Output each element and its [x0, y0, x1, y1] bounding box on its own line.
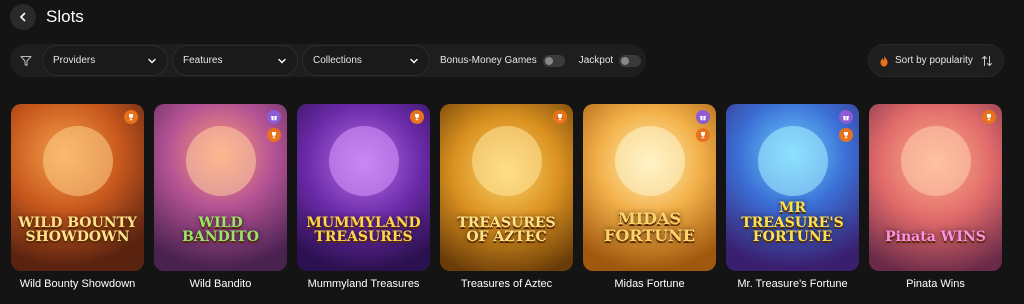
filter-button[interactable] — [10, 55, 42, 67]
game-card[interactable]: WILD BOUNTY SHOWDOWN Wild Bounty Showdow… — [11, 104, 144, 290]
game-thumbnail[interactable]: WILD BOUNTY SHOWDOWN — [11, 104, 144, 271]
trophy-icon — [701, 132, 705, 139]
game-thumbnail[interactable]: MUMMYLAND TREASURES — [297, 104, 430, 271]
providers-dropdown[interactable]: Providers — [42, 45, 168, 76]
game-card[interactable]: Pinata WINS Pinata Wins — [869, 104, 1002, 290]
chevron-down-icon — [148, 58, 156, 63]
bonus-money-toggle[interactable] — [542, 54, 565, 67]
collections-label: Collections — [313, 55, 362, 66]
game-name[interactable]: Mr. Treasure's Fortune — [726, 278, 859, 290]
trophy-badge — [982, 110, 996, 124]
trophy-icon — [272, 132, 276, 139]
toggle-knob — [621, 56, 630, 65]
game-name[interactable]: Wild Bandito — [154, 278, 287, 290]
page-header: Slots — [10, 3, 84, 31]
game-thumbnail[interactable]: TREASURES OF AZTEC — [440, 104, 573, 271]
trophy-badge — [553, 110, 567, 124]
art-figure — [328, 126, 399, 196]
funnel-icon — [20, 55, 32, 66]
game-art-title: MIDAS FORTUNE — [604, 209, 695, 246]
trophy-icon — [415, 114, 419, 121]
sort-label: Sort by popularity — [895, 55, 973, 66]
bonus-money-toggle-group: Bonus-Money Games — [440, 54, 565, 67]
gift-badge — [267, 110, 281, 124]
game-art-title: Pinata WINS — [885, 229, 986, 246]
trophy-icon — [129, 114, 133, 121]
toggle-knob — [544, 56, 553, 65]
game-thumbnail[interactable]: WILD BANDITO — [154, 104, 287, 271]
flame-icon — [880, 55, 888, 66]
gift-icon — [843, 116, 849, 121]
features-dropdown[interactable]: Features — [172, 45, 298, 76]
trophy-badge — [839, 128, 853, 142]
gift-badge — [839, 110, 853, 124]
game-grid: WILD BOUNTY SHOWDOWN Wild Bounty Showdow… — [11, 104, 1002, 290]
game-card[interactable]: MIDAS FORTUNE Midas Fortune — [583, 104, 716, 290]
chevron-down-icon — [278, 58, 286, 63]
providers-label: Providers — [53, 55, 96, 66]
game-name[interactable]: Midas Fortune — [583, 278, 716, 290]
game-thumbnail[interactable]: Pinata WINS — [869, 104, 1002, 271]
gift-icon — [700, 116, 706, 121]
art-figure — [614, 126, 685, 196]
back-button[interactable] — [10, 4, 36, 30]
game-card[interactable]: MR TREASURE'S FORTUNE Mr. Treasure's For… — [726, 104, 859, 290]
chevron-left-icon — [20, 12, 26, 22]
chevron-down-icon — [410, 58, 418, 63]
game-card[interactable]: TREASURES OF AZTEC Treasures of Aztec — [440, 104, 573, 290]
trophy-icon — [558, 114, 562, 121]
art-figure — [42, 126, 113, 196]
slots-page: Slots Providers Features Collections Bon… — [0, 0, 1024, 304]
game-name[interactable]: Pinata Wins — [869, 278, 1002, 290]
trophy-icon — [844, 132, 848, 139]
trophy-badge — [267, 128, 281, 142]
game-name[interactable]: Treasures of Aztec — [440, 278, 573, 290]
art-figure — [757, 126, 828, 196]
filter-bar: Providers Features Collections Bonus-Mon… — [10, 44, 646, 77]
gift-badge — [696, 110, 710, 124]
game-art-title: TREASURES OF AZTEC — [457, 214, 556, 246]
game-art-title: MUMMYLAND TREASURES — [306, 214, 421, 246]
sort-arrows-icon — [982, 55, 992, 66]
trophy-badge — [410, 110, 424, 124]
game-card[interactable]: WILD BANDITO Wild Bandito — [154, 104, 287, 290]
jackpot-toggle[interactable] — [619, 54, 642, 67]
sort-button[interactable]: Sort by popularity — [868, 44, 1004, 77]
trophy-badge — [696, 128, 710, 142]
gift-icon — [271, 116, 277, 121]
art-figure — [900, 126, 971, 196]
collections-dropdown[interactable]: Collections — [302, 45, 430, 76]
art-figure — [185, 126, 256, 196]
game-card[interactable]: MUMMYLAND TREASURES Mummyland Treasures — [297, 104, 430, 290]
bonus-money-label: Bonus-Money Games — [440, 55, 537, 66]
trophy-icon — [987, 114, 991, 121]
game-name[interactable]: Wild Bounty Showdown — [11, 278, 144, 290]
game-thumbnail[interactable]: MIDAS FORTUNE — [583, 104, 716, 271]
game-art-title: MR TREASURE'S FORTUNE — [741, 199, 844, 246]
game-art-title: WILD BANDITO — [182, 214, 259, 246]
trophy-badge — [124, 110, 138, 124]
page-title: Slots — [46, 7, 84, 26]
game-thumbnail[interactable]: MR TREASURE'S FORTUNE — [726, 104, 859, 271]
game-art-title: WILD BOUNTY SHOWDOWN — [18, 214, 137, 246]
jackpot-label: Jackpot — [578, 55, 614, 66]
game-name[interactable]: Mummyland Treasures — [297, 278, 430, 290]
features-label: Features — [183, 55, 223, 66]
art-figure — [471, 126, 542, 196]
jackpot-toggle-group: Jackpot — [578, 54, 642, 67]
